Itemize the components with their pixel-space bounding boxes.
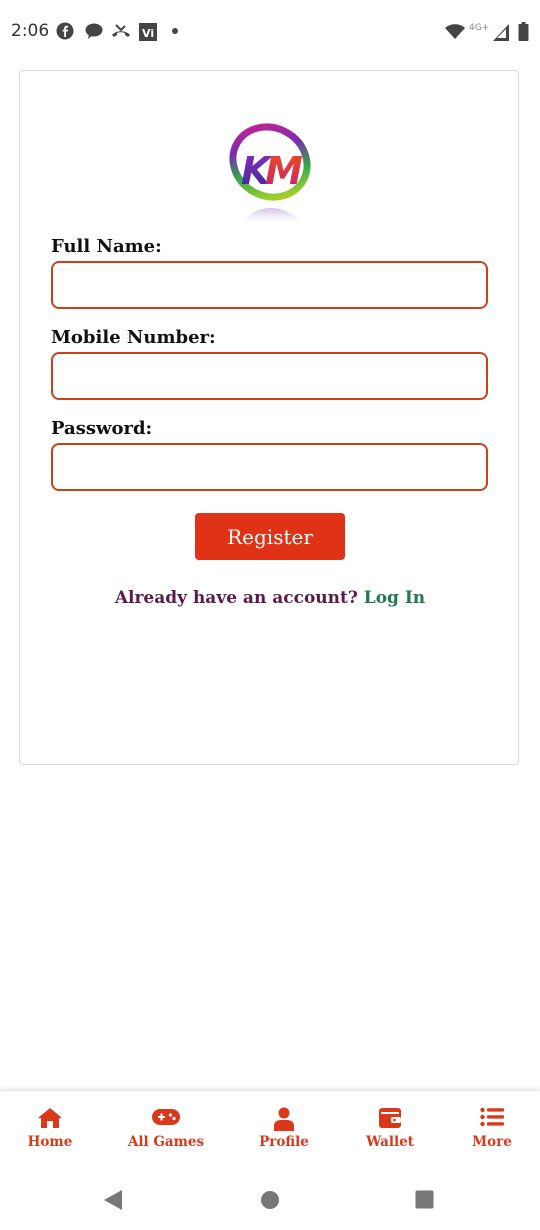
nav-label-all-games: All Games (127, 1134, 205, 1150)
wallet-icon (379, 1108, 401, 1128)
login-prompt: Already have an account? Log In (0, 588, 540, 608)
vi-app-icon: Vi (139, 23, 157, 41)
password-label: Password: (51, 418, 153, 439)
nav-item-wallet[interactable]: Wallet (350, 1091, 430, 1163)
wifi-icon (445, 24, 465, 39)
chat-bubble-icon (85, 23, 103, 39)
nav-item-all-games[interactable]: All Games (121, 1091, 211, 1163)
register-button[interactable]: Register (195, 513, 345, 560)
status-time: 2:06 (11, 21, 50, 41)
status-bar: 2:06 Vi 4G+ (0, 0, 540, 66)
mobile-number-input[interactable] (51, 352, 488, 400)
missed-call-icon (112, 24, 130, 37)
home-icon (38, 1108, 62, 1128)
back-icon[interactable] (103, 1189, 123, 1211)
system-nav-bar (0, 1170, 540, 1230)
network-label: 4G+ (469, 23, 490, 33)
login-question-text: Already have an account? (114, 588, 358, 608)
full-name-label: Full Name: (51, 236, 162, 257)
nav-item-profile[interactable]: Profile (244, 1091, 324, 1163)
nav-label-profile: Profile (259, 1134, 309, 1150)
user-icon (274, 1107, 294, 1131)
svg-text:Vi: Vi (142, 27, 154, 40)
home-circle-icon[interactable] (260, 1190, 280, 1210)
full-name-input[interactable] (51, 261, 488, 309)
signal-icon (493, 24, 509, 41)
login-link[interactable]: Log In (364, 588, 425, 608)
password-input[interactable] (51, 443, 488, 491)
nav-item-more[interactable]: More (452, 1091, 532, 1163)
bottom-nav: Home All Games Profile Wallet More (0, 1091, 540, 1163)
svg-text:M: M (265, 149, 303, 193)
list-icon (480, 1107, 504, 1127)
facebook-icon (56, 22, 74, 40)
battery-icon (518, 22, 529, 41)
nav-label-more: More (472, 1134, 512, 1150)
nav-label-home: Home (27, 1134, 73, 1150)
nav-label-wallet: Wallet (366, 1134, 414, 1150)
gamepad-icon (152, 1109, 180, 1125)
recents-icon[interactable] (415, 1190, 434, 1209)
km-logo: K M (229, 123, 311, 226)
nav-item-home[interactable]: Home (10, 1091, 90, 1163)
mobile-number-label: Mobile Number: (51, 327, 216, 348)
dot-icon (172, 28, 178, 34)
